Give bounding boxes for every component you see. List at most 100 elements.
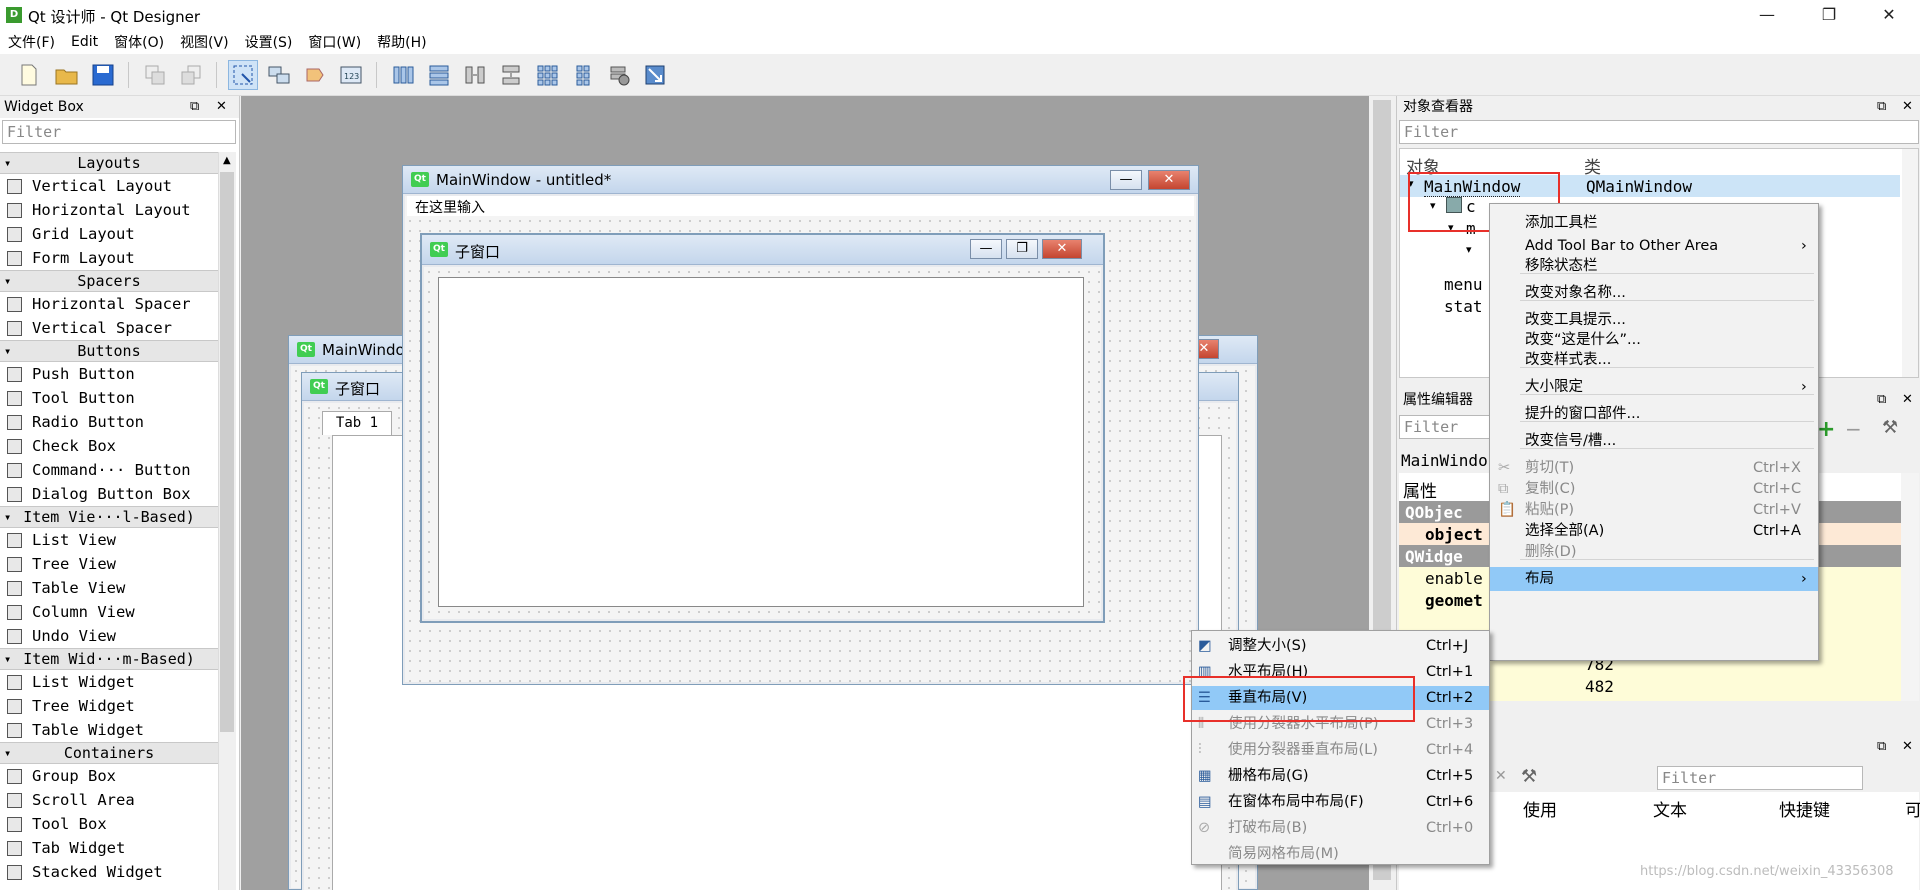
expand-icon[interactable]: ▾ [4,649,11,670]
tab-1[interactable]: Tab 1 [322,411,392,435]
widget-item[interactable]: Tab Widget [0,836,218,860]
property-value[interactable]: 482 [1585,677,1614,696]
widget-item[interactable]: Table Widget [0,718,218,742]
widget-item[interactable]: Grid Layout [0,222,218,246]
menu-help[interactable]: 帮助(H) [369,32,434,52]
widget-category[interactable]: ▾ Containers [0,742,218,764]
form-layout-icon[interactable] [568,60,598,90]
widget-category[interactable]: ▾ Item Wid···m-Based) [0,648,218,670]
widget-item[interactable]: Radio Button [0,410,218,434]
widget-category[interactable]: ▾ Spacers [0,270,218,292]
form-mainwindow-front[interactable]: Qt MainWindow - untitled* — ✕ 在这里输入 Qt 子… [402,165,1199,685]
configure-icon[interactable]: ⚒ [1521,766,1537,787]
menu-edit[interactable]: Edit [63,34,106,50]
widget-item[interactable]: Tool Box [0,812,218,836]
action-filter-input[interactable]: Filter [1657,766,1863,790]
vertical-layout-icon[interactable] [424,60,454,90]
widget-item[interactable]: Horizontal Spacer [0,292,218,316]
widget-item[interactable]: Vertical Spacer [0,316,218,340]
float-icon[interactable]: ⧉ [190,96,199,118]
expand-icon[interactable]: ▾ [1466,243,1472,256]
object-filter-input[interactable]: Filter [1399,120,1919,144]
open-folder-icon[interactable] [52,60,82,90]
adjust-size-icon[interactable] [640,60,670,90]
menu-settings[interactable]: 设置(S) [237,32,301,52]
form-minimize-button[interactable]: — [1110,170,1142,190]
edit-buddies-icon[interactable] [300,60,330,90]
widget-item[interactable]: Form Layout [0,246,218,270]
expand-icon[interactable]: ▾ [4,341,11,362]
scroll-up-icon[interactable]: ▲ [223,155,231,166]
add-property-icon[interactable]: + [1817,417,1835,442]
close-button[interactable]: ✕ [1866,0,1912,30]
layout-menu-item[interactable]: ◩ 调整大小(S) Ctrl+J [1192,634,1489,658]
remove-property-icon[interactable]: − [1845,417,1862,441]
delete-action-icon[interactable]: ✕ [1495,768,1507,784]
form-minimize-button[interactable]: — [970,239,1002,259]
context-menu-item[interactable]: 大小限定 › [1490,375,1818,399]
layout-menu-item[interactable]: ⊘ 打破布局(B) Ctrl+0 [1192,816,1489,840]
bring-to-front-icon[interactable] [140,60,170,90]
widget-item[interactable]: List Widget [0,670,218,694]
widget-item[interactable]: Scroll Area [0,788,218,812]
save-icon[interactable] [88,60,118,90]
context-menu-item[interactable]: 添加工具栏 [1490,211,1818,235]
widget-category[interactable]: ▾ Buttons [0,340,218,362]
splitter-horizontal-icon[interactable] [460,60,490,90]
widget-item[interactable]: Undo View [0,624,218,648]
close-icon[interactable]: ✕ [1902,736,1913,758]
edit-tab-order-icon[interactable]: 123 [336,60,366,90]
context-menu-item[interactable]: 布局 › [1490,567,1818,591]
central-widget[interactable] [438,277,1084,607]
widget-item[interactable]: Push Button [0,362,218,386]
layout-menu-item[interactable]: ▤ 在窗体布局中布局(F) Ctrl+6 [1192,790,1489,814]
widget-box-scroll-thumb[interactable] [220,172,234,732]
expand-icon[interactable]: ▾ [4,507,11,528]
menu-placeholder[interactable]: 在这里输入 [415,197,485,217]
widget-item[interactable]: Dialog Button Box [0,482,218,506]
expand-icon[interactable]: ▾ [4,743,11,764]
configure-icon[interactable]: ⚒ [1882,417,1898,438]
context-menu-item[interactable]: 提升的窗口部件... [1490,402,1818,426]
layout-menu-item[interactable]: 简易网格布局(M) [1192,842,1489,866]
widget-item[interactable]: Tree View [0,552,218,576]
expand-icon[interactable]: ▾ [4,271,11,292]
widget-item[interactable]: Table View [0,576,218,600]
widget-item[interactable]: Column View [0,600,218,624]
context-menu-item[interactable]: 改变样式表... [1490,348,1818,372]
widget-item[interactable]: Group Box [0,764,218,788]
widget-item[interactable]: Tree Widget [0,694,218,718]
context-menu-item[interactable]: 改变对象名称... [1490,281,1818,305]
close-icon[interactable]: ✕ [1902,389,1913,411]
send-to-back-icon[interactable] [176,60,206,90]
expand-icon[interactable]: ▾ [4,153,11,174]
form-subwindow-front[interactable]: Qt 子窗口 — ❐ ✕ [420,233,1105,623]
tree-row-name[interactable]: menu [1444,275,1483,294]
context-menu-item[interactable]: 删除(D) [1490,540,1818,564]
tree-scrollbar[interactable] [1902,149,1918,377]
widget-filter-input[interactable]: Filter [2,120,236,144]
minimize-button[interactable]: — [1744,0,1790,30]
maximize-button[interactable]: ❐ [1806,0,1852,30]
context-menu-item[interactable]: 移除状态栏 [1490,254,1818,278]
break-layout-icon[interactable] [604,60,634,90]
menu-file[interactable]: 文件(F) [0,32,63,52]
widget-item[interactable]: Stacked Widget [0,860,218,884]
edit-widgets-icon[interactable] [228,60,258,90]
float-icon[interactable]: ⧉ [1877,96,1886,118]
float-icon[interactable]: ⧉ [1877,389,1886,411]
widget-item[interactable]: Vertical Layout [0,174,218,198]
splitter-vertical-icon[interactable] [496,60,526,90]
widget-item[interactable]: Command··· Button [0,458,218,482]
horizontal-layout-icon[interactable] [388,60,418,90]
layout-menu-item[interactable]: ▦ 栅格布局(G) Ctrl+5 [1192,764,1489,788]
widget-item[interactable]: Check Box [0,434,218,458]
new-file-icon[interactable] [14,60,44,90]
close-icon[interactable]: ✕ [1902,96,1913,118]
float-icon[interactable]: ⧉ [1877,736,1886,758]
grid-layout-icon[interactable] [532,60,562,90]
menu-window[interactable]: 窗口(W) [300,32,369,52]
menu-view[interactable]: 视图(V) [172,32,237,52]
form-close-button[interactable]: ✕ [1148,170,1190,190]
property-scrollbar[interactable] [1901,473,1919,701]
